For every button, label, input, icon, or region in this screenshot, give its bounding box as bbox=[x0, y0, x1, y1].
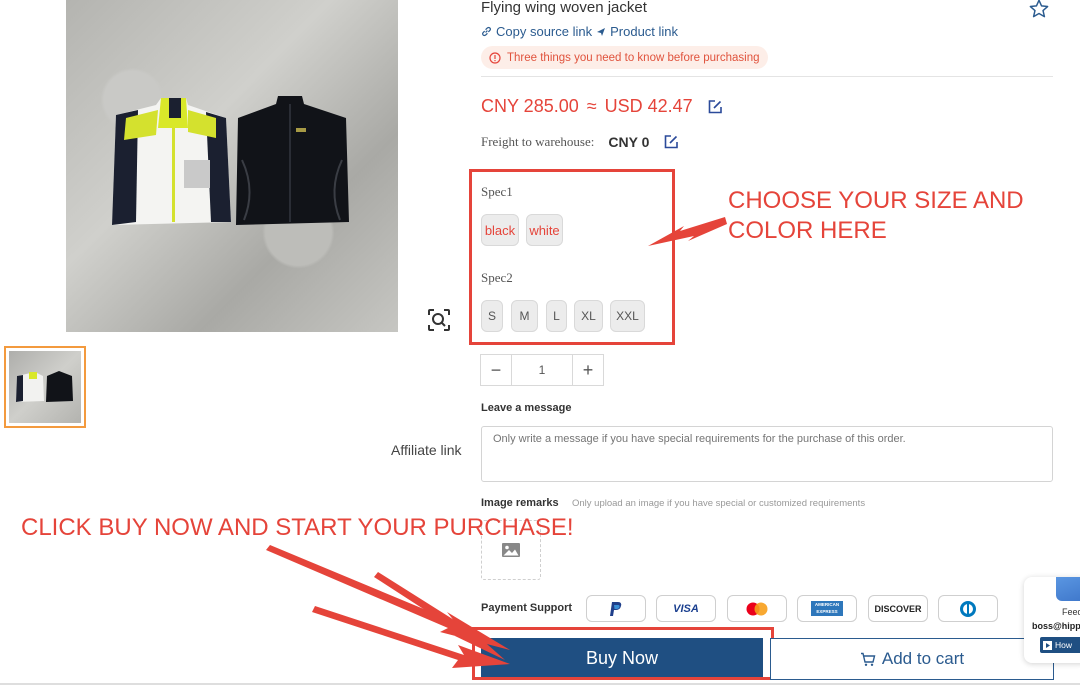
copy-source-link[interactable]: Copy source link bbox=[481, 24, 592, 39]
approx-sign: ≈ bbox=[586, 96, 597, 116]
quantity-value[interactable]: 1 bbox=[512, 354, 572, 386]
thumbnail-image[interactable] bbox=[4, 346, 86, 428]
feedback-how-button[interactable]: How bbox=[1040, 637, 1080, 653]
annotation-choose-line2: COLOR HERE bbox=[728, 217, 887, 244]
quantity-minus-button[interactable]: − bbox=[480, 354, 512, 386]
annotation-choose-line1: CHOOSE YOUR SIZE AND bbox=[728, 187, 1024, 214]
product-title: Flying wing woven jacket bbox=[481, 0, 647, 16]
zoom-scan-icon[interactable] bbox=[426, 307, 452, 333]
amex-card: AMERICAN EXPRESS bbox=[797, 595, 857, 622]
affiliate-link[interactable]: Affiliate link bbox=[391, 442, 462, 458]
image-icon bbox=[502, 543, 520, 557]
paypal-icon bbox=[610, 601, 622, 616]
copy-source-link-label: Copy source link bbox=[496, 24, 593, 39]
quantity-stepper: − 1 + bbox=[480, 354, 604, 386]
price-cny: CNY 285.00 bbox=[481, 96, 579, 116]
amex-logo: AMERICAN EXPRESS bbox=[811, 601, 843, 616]
message-textarea[interactable] bbox=[481, 426, 1053, 482]
feedback-image bbox=[1056, 577, 1080, 601]
buy-highlight-box bbox=[472, 627, 774, 680]
payment-support-label: Payment Support bbox=[481, 602, 573, 614]
product-main-image[interactable] bbox=[66, 0, 398, 332]
cart-icon bbox=[860, 652, 876, 666]
edit-icon[interactable] bbox=[707, 99, 723, 115]
feedback-widget[interactable]: Feed boss@hipp How bbox=[1024, 577, 1080, 663]
diners-icon bbox=[960, 600, 976, 617]
send-icon bbox=[597, 27, 606, 36]
mastercard-card bbox=[727, 595, 787, 622]
divider bbox=[481, 76, 1053, 77]
spec-highlight-box bbox=[469, 169, 675, 345]
mastercard-icon bbox=[746, 602, 768, 615]
annotation-click-buy: CLICK BUY NOW AND START YOUR PURCHASE! bbox=[21, 514, 574, 541]
purchase-notice-text: Three things you need to know before pur… bbox=[507, 51, 760, 64]
freight-label: Freight to warehouse: bbox=[481, 134, 595, 149]
feedback-how-label: How bbox=[1055, 640, 1073, 650]
freight-row: Freight to warehouse: CNY 0 bbox=[481, 134, 679, 150]
paypal-card bbox=[586, 595, 646, 622]
feedback-email: boss@hipp bbox=[1032, 621, 1080, 631]
freight-value: CNY 0 bbox=[608, 134, 650, 150]
leave-message-label: Leave a message bbox=[481, 402, 572, 414]
product-link-label: Product link bbox=[610, 24, 679, 39]
play-icon bbox=[1043, 640, 1052, 650]
add-to-cart-button[interactable]: Add to cart bbox=[770, 638, 1054, 680]
visa-card: VISA bbox=[656, 595, 716, 622]
image-remarks-label: Image remarks bbox=[481, 497, 559, 509]
add-to-cart-label: Add to cart bbox=[881, 649, 965, 668]
freight-edit-icon[interactable] bbox=[663, 134, 679, 150]
quantity-plus-button[interactable]: + bbox=[572, 354, 604, 386]
image-remarks-hint: Only upload an image if you have special… bbox=[572, 498, 866, 509]
star-icon[interactable] bbox=[1028, 0, 1050, 20]
diners-card bbox=[938, 595, 998, 622]
amex-label: AMERICAN EXPRESS bbox=[814, 602, 840, 614]
info-icon bbox=[489, 51, 501, 64]
feedback-label: Feed bbox=[1062, 607, 1080, 617]
link-icon bbox=[482, 26, 491, 37]
price-row: CNY 285.00 ≈ USD 42.47 bbox=[481, 96, 723, 117]
purchase-notice[interactable]: Three things you need to know before pur… bbox=[481, 46, 768, 69]
discover-card: DISCOVER bbox=[868, 595, 928, 622]
price-usd: USD 42.47 bbox=[604, 96, 693, 116]
product-link[interactable]: Product link bbox=[596, 24, 678, 39]
